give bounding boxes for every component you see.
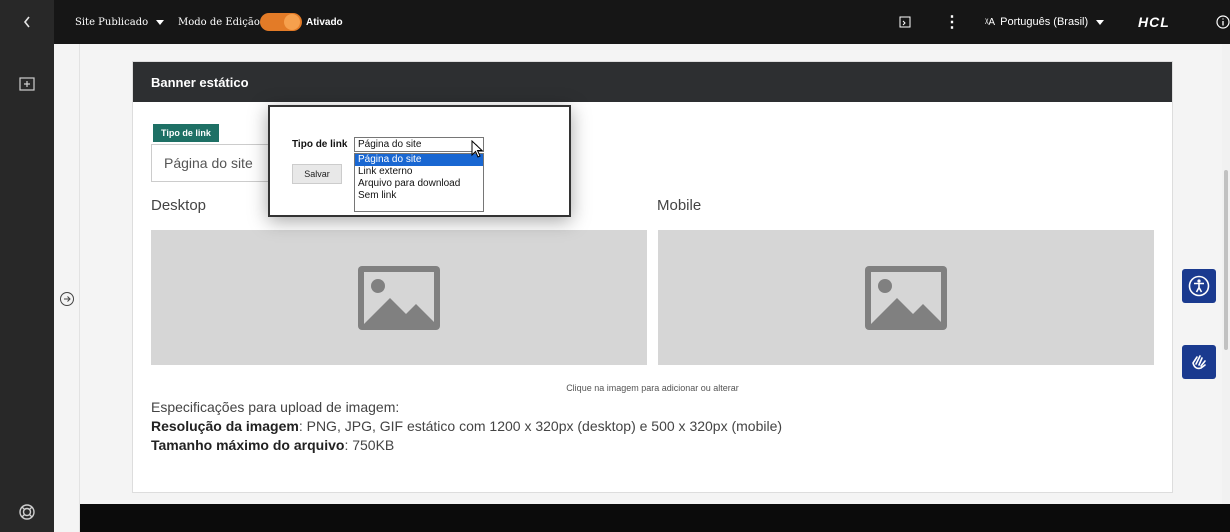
add-panel-button[interactable]	[0, 64, 54, 104]
accessibility-icon	[1188, 275, 1210, 297]
caret-down-icon	[1096, 19, 1105, 25]
collapse-strip	[54, 44, 80, 532]
chevron-left-icon	[23, 16, 30, 28]
preview-button[interactable]	[899, 0, 911, 44]
link-type-popup: Tipo de link Página do site ⌄ Salvar Pág…	[268, 105, 571, 217]
scrollbar-thumb[interactable]	[1224, 170, 1228, 350]
option-page[interactable]: Página do site	[355, 154, 483, 166]
specs-max-size: Tamanho máximo do arquivo: 750KB	[151, 436, 782, 455]
more-vertical-icon: ⋮	[944, 14, 960, 31]
mobile-image-placeholder[interactable]	[658, 230, 1154, 365]
desktop-image-placeholder[interactable]	[151, 230, 647, 365]
arrow-right-icon	[64, 296, 71, 302]
top-toolbar: Site Publicado Modo de Edição: Ativado ⋮…	[54, 0, 1230, 44]
resolution-label: Resolução da imagem	[151, 418, 299, 434]
sign-language-icon	[1192, 355, 1206, 370]
left-rail	[0, 0, 54, 532]
toggle-knob	[284, 14, 300, 30]
help-button[interactable]	[0, 492, 54, 532]
caret-down-icon	[156, 19, 165, 25]
edit-mode-toggle[interactable]	[260, 13, 302, 31]
edit-mode-label: Modo de Edição:	[178, 16, 264, 28]
image-icon	[865, 265, 947, 330]
link-type-options: Página do site Link externo Arquivo para…	[354, 153, 484, 212]
image-hint: Clique na imagem para adicionar ou alter…	[566, 383, 739, 393]
option-no-link[interactable]: Sem link	[355, 190, 483, 202]
popup-selected-value: Página do site	[358, 139, 422, 150]
link-type-tag: Tipo de link	[153, 124, 219, 142]
desktop-label: Desktop	[151, 197, 207, 214]
site-status-label: Site Publicado	[75, 16, 149, 28]
language-label: Português (Brasil)	[1000, 16, 1089, 28]
expand-panel-button[interactable]	[60, 292, 74, 306]
mouse-cursor-icon	[471, 140, 484, 158]
lifebuoy-icon	[19, 504, 35, 520]
hcl-logo: HCL	[1138, 14, 1170, 30]
edit-mode-status: Ativado	[306, 16, 343, 28]
info-icon	[1216, 15, 1230, 29]
option-download-file[interactable]: Arquivo para download	[355, 178, 483, 190]
footer-bar	[80, 504, 1230, 532]
specs-title: Especificações para upload de imagem:	[151, 399, 400, 415]
more-menu-button[interactable]: ⋮	[944, 0, 960, 44]
info-button[interactable]	[1216, 0, 1230, 44]
upload-specs: Especificações para upload de imagem: Re…	[151, 398, 782, 455]
add-box-icon	[19, 77, 35, 91]
popup-link-type-select[interactable]: Página do site ⌄	[354, 137, 484, 152]
link-type-field[interactable]: Página do site	[151, 144, 271, 182]
max-size-label: Tamanho máximo do arquivo	[151, 437, 345, 453]
image-icon	[358, 265, 440, 330]
main-content: Banner estático Tipo de link Página do s…	[80, 44, 1216, 504]
popup-link-type-label: Tipo de link	[292, 139, 348, 150]
site-status-dropdown[interactable]: Site Publicado	[75, 0, 165, 44]
save-button[interactable]: Salvar	[292, 164, 342, 184]
accessibility-button[interactable]	[1182, 269, 1216, 303]
sign-language-button[interactable]	[1182, 345, 1216, 379]
translate-icon: ᵡA	[985, 16, 996, 28]
mobile-label: Mobile	[657, 197, 702, 214]
language-dropdown[interactable]: ᵡA Português (Brasil)	[985, 0, 1105, 44]
resolution-value: : PNG, JPG, GIF estático com 1200 x 320p…	[298, 418, 783, 434]
card-title: Banner estático	[133, 62, 1172, 102]
max-size-value: : 750KB	[344, 437, 395, 453]
option-external-link[interactable]: Link externo	[355, 166, 483, 178]
preview-icon	[899, 16, 911, 28]
specs-resolution: Resolução da imagem: PNG, JPG, GIF estát…	[151, 417, 782, 436]
back-button[interactable]	[0, 2, 54, 42]
